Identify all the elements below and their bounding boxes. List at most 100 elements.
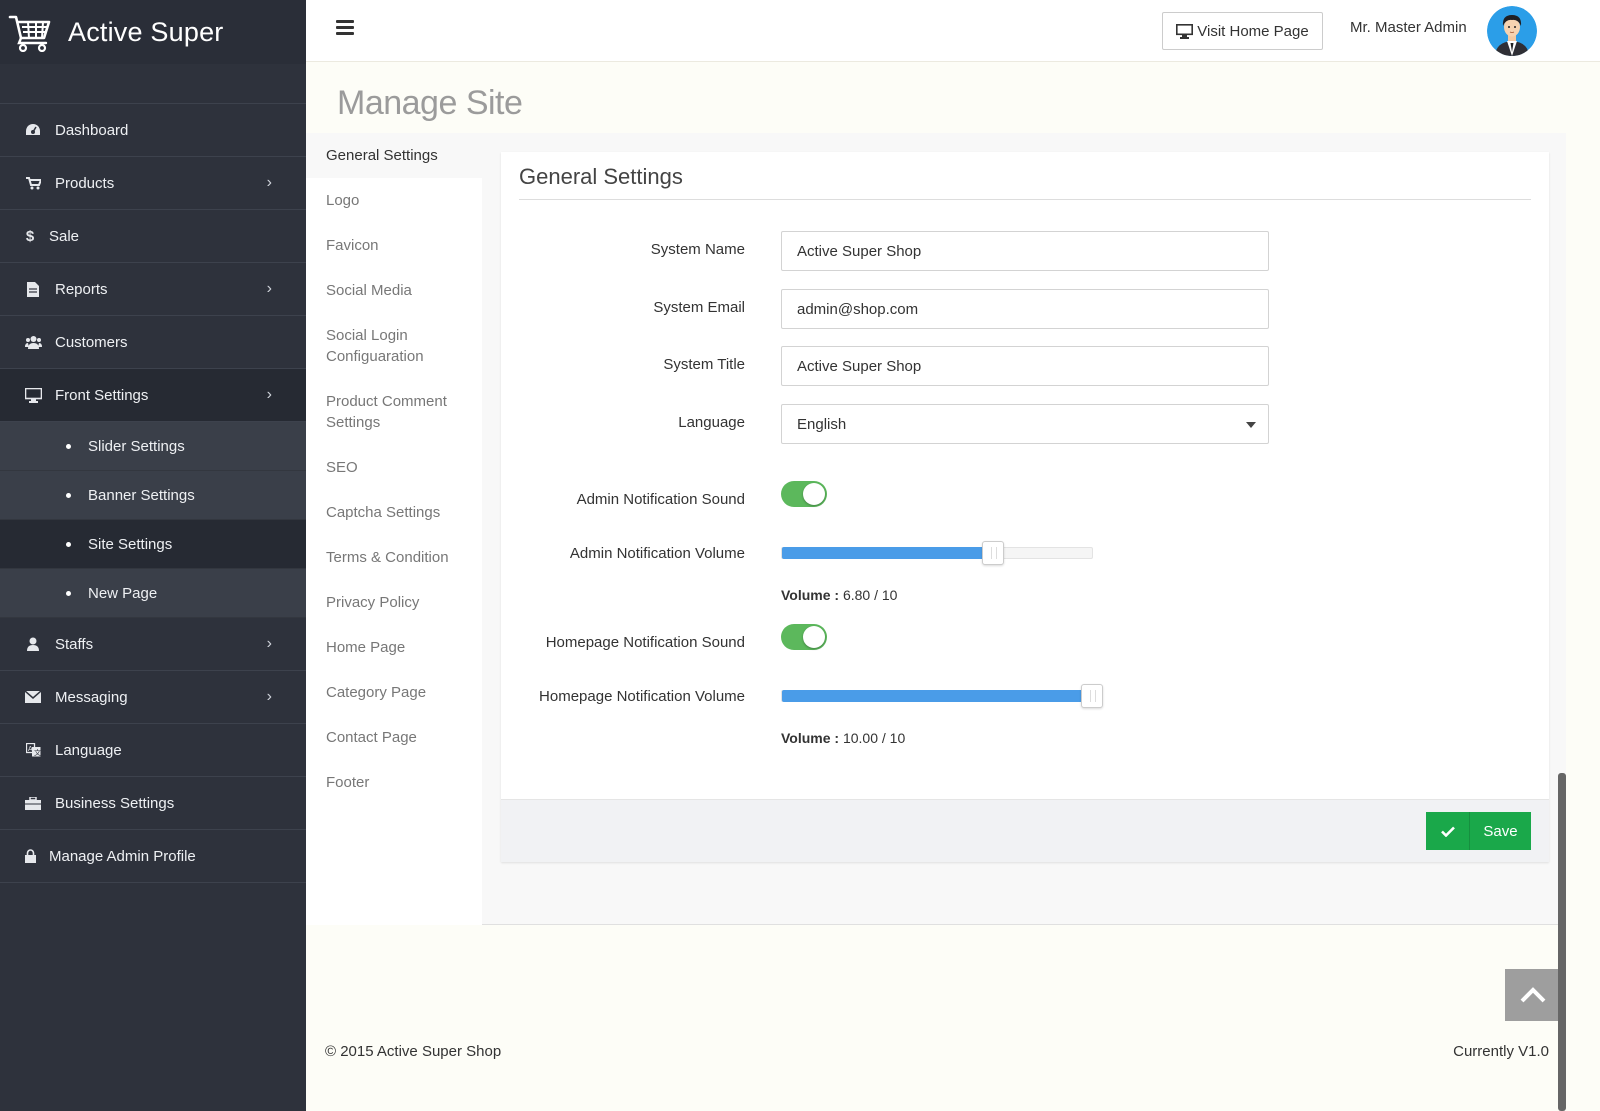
admin-sound-label: Admin Notification Sound <box>576 491 745 508</box>
settings-nav-privacy[interactable]: Privacy Policy <box>306 580 482 625</box>
home-sound-label: Homepage Notification Sound <box>545 634 745 651</box>
language-selected-value: English <box>797 415 847 433</box>
panel-footer: Save <box>501 799 1549 862</box>
sidebar-item-sale[interactable]: $ Sale <box>0 210 306 263</box>
file-icon <box>24 280 42 298</box>
sidebar-item-label: Manage Admin Profile <box>49 847 196 865</box>
admin-volume-slider[interactable] <box>781 541 1093 565</box>
settings-nav-captcha[interactable]: Captcha Settings <box>306 490 482 535</box>
top-bar: Visit Home Page Mr. Master Admin <box>306 0 1600 62</box>
sidebar-subitem-banner-settings[interactable]: Banner Settings <box>0 471 306 520</box>
divider <box>519 199 1531 200</box>
brand-name: Active Super <box>68 16 224 47</box>
admin-volume-readout: Volume : 6.80 / 10 <box>781 587 897 603</box>
dashboard-icon <box>24 121 42 139</box>
general-settings-panel: General Settings System Name System Emai… <box>501 152 1549 862</box>
language-select[interactable]: English <box>781 404 1269 444</box>
sidebar-item-customers[interactable]: Customers <box>0 316 306 369</box>
settings-nav-seo[interactable]: SEO <box>306 445 482 490</box>
brand[interactable]: Active Super <box>0 0 306 64</box>
menu-toggle-icon[interactable] <box>336 20 354 36</box>
users-icon <box>24 333 42 351</box>
admin-sound-toggle[interactable] <box>781 481 827 507</box>
slider-fill <box>782 547 993 559</box>
language-icon: A文 <box>24 741 42 759</box>
check-icon <box>1426 812 1470 850</box>
system-email-input[interactable] <box>781 289 1269 329</box>
admin-name[interactable]: Mr. Master Admin <box>1350 19 1467 36</box>
sidebar-item-messaging[interactable]: Messaging › <box>0 671 306 724</box>
user-icon <box>24 635 42 653</box>
sidebar-item-label: Reports <box>55 280 108 298</box>
home-sound-toggle[interactable] <box>781 624 827 650</box>
chevron-right-icon: › <box>266 174 272 191</box>
scrollbar[interactable] <box>1558 773 1566 1111</box>
sidebar-subitem-label: Banner Settings <box>88 486 195 504</box>
settings-nav-logo[interactable]: Logo <box>306 178 482 223</box>
chevron-up-icon <box>1520 987 1546 1003</box>
settings-nav-social-login[interactable]: Social Login Configuaration <box>306 313 456 379</box>
save-label: Save <box>1483 822 1518 840</box>
sidebar-item-products[interactable]: Products › <box>0 157 306 210</box>
slider-handle[interactable] <box>981 541 1004 565</box>
slider-handle[interactable] <box>1081 684 1103 708</box>
cart-icon <box>24 174 42 192</box>
save-button[interactable]: Save <box>1426 812 1531 850</box>
sidebar-item-manage-admin-profile[interactable]: Manage Admin Profile <box>0 830 306 883</box>
slider-fill <box>782 690 1092 702</box>
sidebar-item-label: Dashboard <box>55 121 129 139</box>
chevron-right-icon: › <box>266 386 272 403</box>
bullet-icon <box>66 492 71 498</box>
sidebar-item-reports[interactable]: Reports › <box>0 263 306 316</box>
sidebar-item-front-settings[interactable]: Front Settings › <box>0 369 306 422</box>
settings-nav-favicon[interactable]: Favicon <box>306 223 482 268</box>
settings-nav-category-page[interactable]: Category Page <box>306 670 482 715</box>
sidebar-item-label: Products <box>55 174 115 192</box>
toggle-knob <box>803 626 825 648</box>
page-title: Manage Site <box>337 84 523 122</box>
system-name-input[interactable] <box>781 231 1269 271</box>
briefcase-icon <box>24 794 42 812</box>
sidebar-subitem-site-settings[interactable]: Site Settings <box>0 520 306 569</box>
sidebar-item-business-settings[interactable]: Business Settings <box>0 777 306 830</box>
settings-nav-general-settings[interactable]: General Settings <box>306 133 482 178</box>
sidebar-item-dashboard[interactable]: Dashboard <box>0 104 306 157</box>
settings-nav-product-comment[interactable]: Product Comment Settings <box>306 379 456 445</box>
bullet-icon <box>66 590 71 596</box>
settings-nav-terms[interactable]: Terms & Condition <box>306 535 482 580</box>
settings-nav: General Settings Logo Favicon Social Med… <box>306 133 482 925</box>
volume-prefix: Volume : <box>781 587 840 603</box>
system-title-label: System Title <box>663 356 745 373</box>
copyright-text: © 2015 Active Super Shop <box>325 1043 502 1060</box>
sidebar-subitem-new-page[interactable]: New Page <box>0 569 306 618</box>
settings-nav-contact-page[interactable]: Contact Page <box>306 715 482 760</box>
sidebar-subitem-label: Slider Settings <box>88 437 185 455</box>
bullet-icon <box>66 541 71 547</box>
home-volume-readout: Volume : 10.00 / 10 <box>781 730 905 746</box>
settings-nav-social-media[interactable]: Social Media <box>306 268 482 313</box>
sidebar-item-staffs[interactable]: Staffs › <box>0 618 306 671</box>
scroll-to-top-button[interactable] <box>1505 969 1561 1021</box>
panel-title: General Settings <box>519 164 683 189</box>
sidebar-subitem-label: Site Settings <box>88 535 173 553</box>
sidebar-nav: Dashboard Products › $ Sale Reports › Cu… <box>0 103 306 883</box>
system-title-input[interactable] <box>781 346 1269 386</box>
sidebar-item-label: Messaging <box>55 688 128 706</box>
sidebar-subitem-slider-settings[interactable]: Slider Settings <box>0 422 306 471</box>
sidebar-item-label: Front Settings <box>55 386 149 404</box>
dollar-icon: $ <box>25 227 35 245</box>
svg-text:文: 文 <box>34 748 41 757</box>
settings-nav-footer[interactable]: Footer <box>306 760 482 805</box>
home-volume-label: Homepage Notification Volume <box>539 688 745 705</box>
desktop-icon <box>1176 23 1194 39</box>
visit-home-page-button[interactable]: Visit Home Page <box>1162 12 1323 50</box>
chevron-right-icon: › <box>266 280 272 297</box>
desktop-icon <box>24 386 42 404</box>
home-volume-slider[interactable] <box>781 684 1103 708</box>
avatar[interactable] <box>1487 6 1537 56</box>
toggle-knob <box>803 483 825 505</box>
settings-nav-home-page[interactable]: Home Page <box>306 625 482 670</box>
volume-value: 10.00 / 10 <box>842 730 906 746</box>
sidebar-item-language[interactable]: A文 Language <box>0 724 306 777</box>
envelope-icon <box>24 688 42 706</box>
